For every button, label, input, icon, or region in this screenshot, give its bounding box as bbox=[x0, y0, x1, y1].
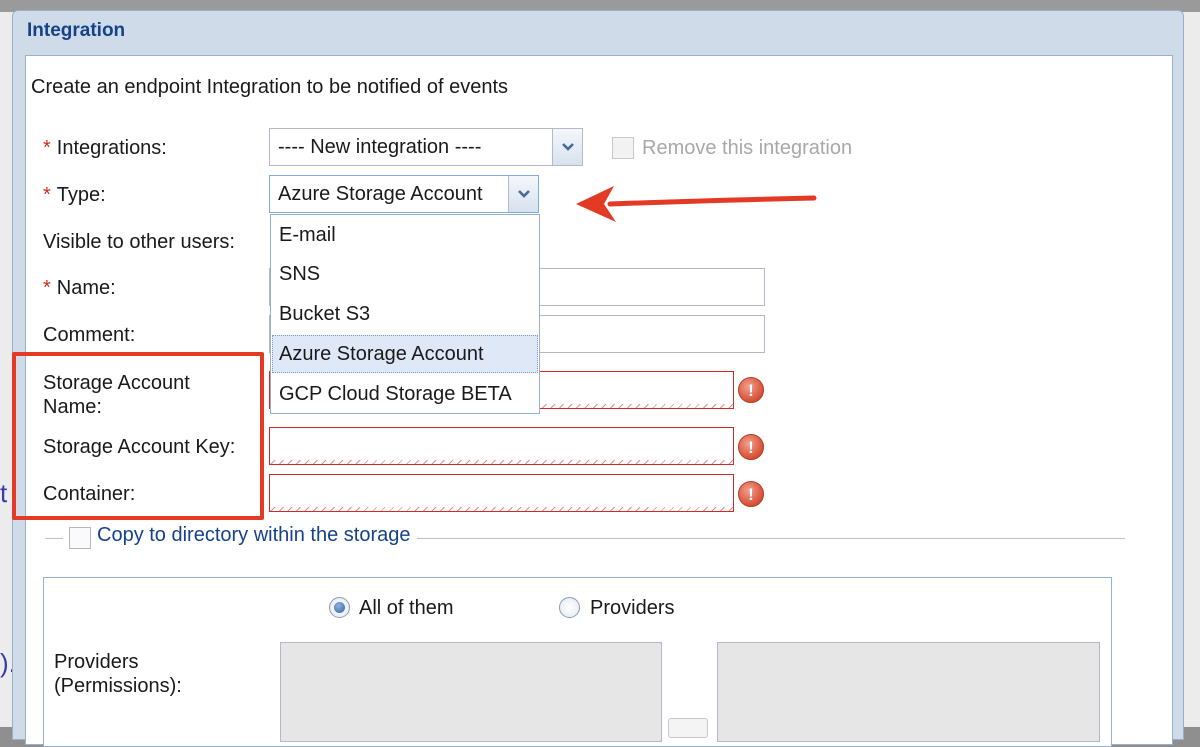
required-marker: * bbox=[43, 184, 51, 206]
type-label-text: Type: bbox=[56, 184, 106, 206]
type-option-sns[interactable]: SNS bbox=[272, 255, 538, 293]
integrations-select-value: ---- New integration ---- bbox=[278, 135, 482, 158]
fieldset-border bbox=[45, 538, 63, 539]
type-option-email[interactable]: E-mail bbox=[272, 216, 538, 254]
container-input[interactable] bbox=[269, 474, 734, 512]
type-option-bucket-s3[interactable]: Bucket S3 bbox=[272, 295, 538, 333]
fieldset-border bbox=[417, 538, 1125, 539]
move-provider-button[interactable] bbox=[668, 718, 708, 738]
intro-text: Create an endpoint Integration to be not… bbox=[31, 76, 509, 98]
name-label-text: Name: bbox=[56, 277, 116, 299]
type-select[interactable]: Azure Storage Account bbox=[269, 175, 539, 213]
remove-integration-label: Remove this integration bbox=[642, 137, 853, 159]
providers-permissions-label: Providers (Permissions): bbox=[54, 651, 182, 697]
integrations-label-text: Integrations: bbox=[56, 137, 167, 159]
integrations-select[interactable]: ---- New integration ---- bbox=[269, 128, 583, 166]
arrow-left-icon bbox=[576, 186, 817, 222]
background-link-fragment[interactable]: t bbox=[0, 478, 7, 509]
type-select-value: Azure Storage Account bbox=[278, 182, 483, 205]
radio-providers[interactable] bbox=[559, 597, 580, 618]
integrations-label: * Integrations: bbox=[43, 136, 167, 160]
required-marker: * bbox=[43, 277, 51, 299]
exclamation-icon: ! bbox=[738, 434, 764, 460]
chevron-down-icon[interactable] bbox=[508, 176, 538, 212]
type-dropdown-list: E-mail SNS Bucket S3 Azure Storage Accou… bbox=[270, 214, 540, 414]
dialog-title: Integration bbox=[27, 20, 126, 41]
storage-account-key-input[interactable] bbox=[269, 427, 734, 465]
selected-providers-list[interactable] bbox=[717, 642, 1100, 742]
visible-label: Visible to other users: bbox=[43, 231, 235, 253]
exclamation-icon: ! bbox=[738, 377, 764, 403]
exclamation-icon: ! bbox=[738, 481, 764, 507]
type-option-gcp-cloud-storage[interactable]: GCP Cloud Storage BETA bbox=[272, 375, 538, 413]
radio-all-of-them[interactable] bbox=[329, 597, 350, 618]
type-option-azure-storage-account[interactable]: Azure Storage Account bbox=[272, 335, 538, 373]
chevron-down-icon[interactable] bbox=[552, 129, 582, 165]
radio-providers-label: Providers bbox=[590, 597, 675, 619]
annotation-highlight-box bbox=[12, 352, 264, 520]
type-label: * Type: bbox=[43, 183, 106, 207]
copy-directory-checkbox[interactable] bbox=[69, 527, 91, 549]
radio-all-label: All of them bbox=[359, 597, 454, 619]
name-label: * Name: bbox=[43, 276, 116, 300]
comment-label: Comment: bbox=[43, 324, 136, 346]
available-providers-list[interactable] bbox=[280, 642, 662, 742]
required-marker: * bbox=[43, 137, 51, 159]
copy-directory-label[interactable]: Copy to directory within the storage bbox=[97, 524, 411, 547]
remove-integration-checkbox[interactable] bbox=[612, 137, 634, 159]
